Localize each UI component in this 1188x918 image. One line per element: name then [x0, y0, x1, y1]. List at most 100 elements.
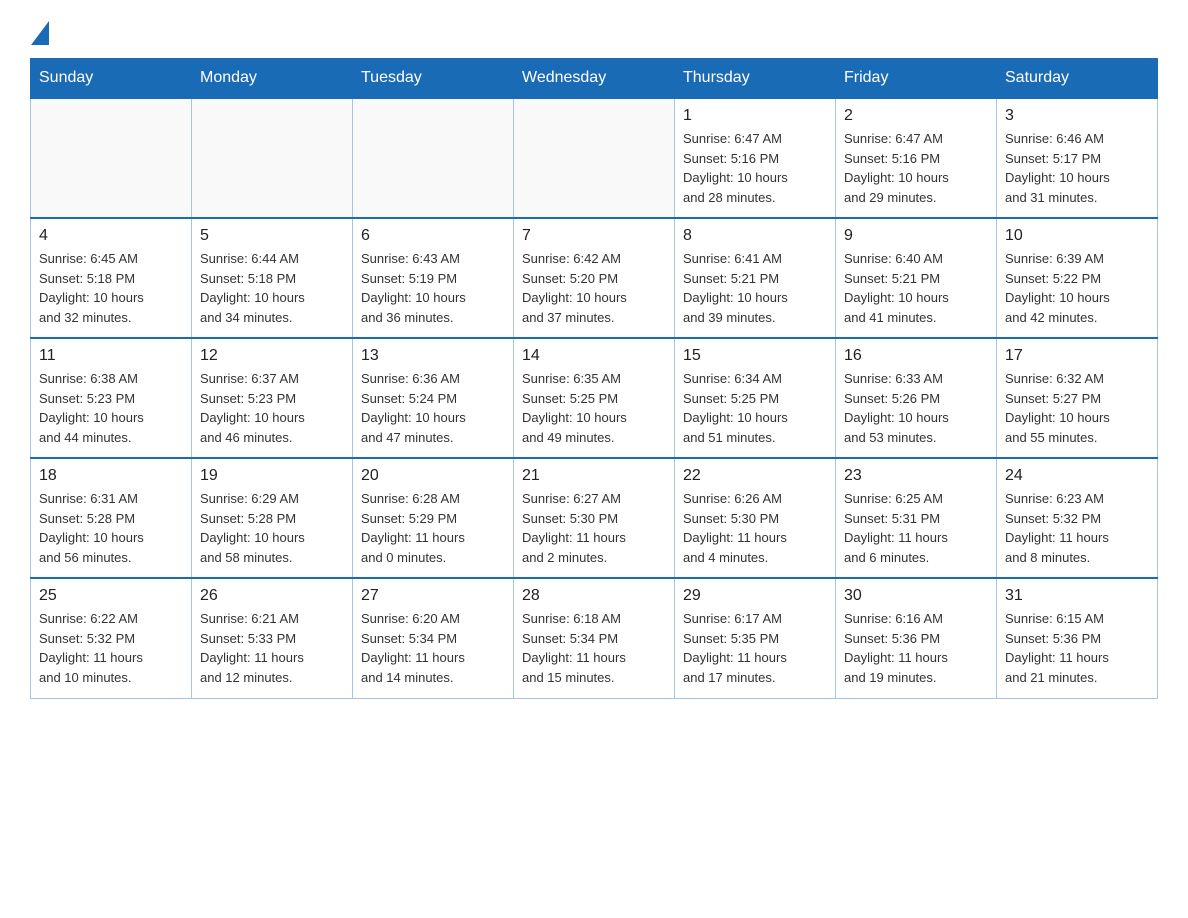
- logo: [30, 20, 50, 40]
- calendar-cell: 25 Sunrise: 6:22 AM Sunset: 5:32 PM Dayli…: [31, 578, 192, 698]
- day-info: Sunrise: 6:42 AM Sunset: 5:20 PM Dayligh…: [522, 249, 666, 327]
- day-number: 5: [200, 227, 344, 245]
- day-info: Sunrise: 6:46 AM Sunset: 5:17 PM Dayligh…: [1005, 129, 1149, 207]
- calendar-cell: 17Sunrise: 6:32 AM Sunset: 5:27 PM Dayli…: [997, 338, 1158, 458]
- day-number: 18: [39, 467, 183, 485]
- day-number: 13: [361, 347, 505, 365]
- column-header-tuesday: Tuesday: [353, 59, 514, 99]
- day-info: Sunrise: 6:34 AM Sunset: 5:25 PM Dayligh…: [683, 369, 827, 447]
- day-number: 28: [522, 587, 666, 605]
- day-number: 10: [1005, 227, 1149, 245]
- week-row-2: 4 Sunrise: 6:45 AM Sunset: 5:18 PM Daylig…: [31, 218, 1158, 338]
- calendar-cell: 15 Sunrise: 6:34 AM Sunset: 5:25 PM Dayli…: [675, 338, 836, 458]
- calendar-cell: 20 Sunrise: 6:28 AM Sunset: 5:29 PM Dayli…: [353, 458, 514, 578]
- calendar-cell: 3 Sunrise: 6:46 AM Sunset: 5:17 PM Daylig…: [997, 98, 1158, 218]
- day-number: 6: [361, 227, 505, 245]
- day-number: 1: [683, 107, 827, 125]
- week-row-1: 1 Sunrise: 6:47 AM Sunset: 5:16 PM Daylig…: [31, 98, 1158, 218]
- calendar-cell: [192, 98, 353, 218]
- calendar-cell: 27 Sunrise: 6:20 AM Sunset: 5:34 PM Dayli…: [353, 578, 514, 698]
- calendar-cell: 19Sunrise: 6:29 AM Sunset: 5:28 PM Dayli…: [192, 458, 353, 578]
- day-info: Sunrise: 6:17 AM Sunset: 5:35 PM Dayligh…: [683, 609, 827, 687]
- day-info: Sunrise: 6:37 AM Sunset: 5:23 PM Dayligh…: [200, 369, 344, 447]
- logo-triangle-icon: [31, 21, 49, 45]
- calendar-header-row: SundayMondayTuesdayWednesdayThursdayFrid…: [31, 59, 1158, 99]
- day-info: Sunrise: 6:31 AM Sunset: 5:28 PM Dayligh…: [39, 489, 183, 567]
- day-info: Sunrise: 6:38 AM Sunset: 5:23 PM Dayligh…: [39, 369, 183, 447]
- day-number: 16: [844, 347, 988, 365]
- calendar-cell: 22 Sunrise: 6:26 AM Sunset: 5:30 PM Dayli…: [675, 458, 836, 578]
- day-number: 29: [683, 587, 827, 605]
- day-info: Sunrise: 6:36 AM Sunset: 5:24 PM Dayligh…: [361, 369, 505, 447]
- day-info: Sunrise: 6:45 AM Sunset: 5:18 PM Dayligh…: [39, 249, 183, 327]
- calendar-cell: 1 Sunrise: 6:47 AM Sunset: 5:16 PM Daylig…: [675, 98, 836, 218]
- calendar-cell: 16Sunrise: 6:33 AM Sunset: 5:26 PM Dayli…: [836, 338, 997, 458]
- day-number: 9: [844, 227, 988, 245]
- day-number: 20: [361, 467, 505, 485]
- column-header-monday: Monday: [192, 59, 353, 99]
- day-info: Sunrise: 6:25 AM Sunset: 5:31 PM Dayligh…: [844, 489, 988, 567]
- calendar-cell: 24Sunrise: 6:23 AM Sunset: 5:32 PM Dayli…: [997, 458, 1158, 578]
- day-number: 30: [844, 587, 988, 605]
- calendar-cell: 11 Sunrise: 6:38 AM Sunset: 5:23 PM Dayli…: [31, 338, 192, 458]
- calendar-cell: 14 Sunrise: 6:35 AM Sunset: 5:25 PM Dayli…: [514, 338, 675, 458]
- calendar-cell: 8 Sunrise: 6:41 AM Sunset: 5:21 PM Daylig…: [675, 218, 836, 338]
- day-info: Sunrise: 6:41 AM Sunset: 5:21 PM Dayligh…: [683, 249, 827, 327]
- calendar-cell: 5 Sunrise: 6:44 AM Sunset: 5:18 PM Daylig…: [192, 218, 353, 338]
- day-number: 26: [200, 587, 344, 605]
- day-number: 8: [683, 227, 827, 245]
- day-info: Sunrise: 6:44 AM Sunset: 5:18 PM Dayligh…: [200, 249, 344, 327]
- day-number: 3: [1005, 107, 1149, 125]
- day-number: 14: [522, 347, 666, 365]
- day-number: 11: [39, 347, 183, 365]
- day-info: Sunrise: 6:28 AM Sunset: 5:29 PM Dayligh…: [361, 489, 505, 567]
- day-info: Sunrise: 6:23 AM Sunset: 5:32 PM Dayligh…: [1005, 489, 1149, 567]
- calendar-cell: 26 Sunrise: 6:21 AM Sunset: 5:33 PM Dayli…: [192, 578, 353, 698]
- calendar-cell: 12 Sunrise: 6:37 AM Sunset: 5:23 PM Dayli…: [192, 338, 353, 458]
- calendar-cell: [31, 98, 192, 218]
- calendar-table: SundayMondayTuesdayWednesdayThursdayFrid…: [30, 58, 1158, 699]
- week-row-3: 11 Sunrise: 6:38 AM Sunset: 5:23 PM Dayli…: [31, 338, 1158, 458]
- day-info: Sunrise: 6:21 AM Sunset: 5:33 PM Dayligh…: [200, 609, 344, 687]
- column-header-saturday: Saturday: [997, 59, 1158, 99]
- day-info: Sunrise: 6:26 AM Sunset: 5:30 PM Dayligh…: [683, 489, 827, 567]
- calendar-cell: 18 Sunrise: 6:31 AM Sunset: 5:28 PM Dayli…: [31, 458, 192, 578]
- calendar-cell: 10 Sunrise: 6:39 AM Sunset: 5:22 PM Dayli…: [997, 218, 1158, 338]
- column-header-thursday: Thursday: [675, 59, 836, 99]
- day-info: Sunrise: 6:32 AM Sunset: 5:27 PM Dayligh…: [1005, 369, 1149, 447]
- day-number: 4: [39, 227, 183, 245]
- day-info: Sunrise: 6:20 AM Sunset: 5:34 PM Dayligh…: [361, 609, 505, 687]
- day-number: 25: [39, 587, 183, 605]
- day-number: 23: [844, 467, 988, 485]
- calendar-cell: 28 Sunrise: 6:18 AM Sunset: 5:34 PM Dayli…: [514, 578, 675, 698]
- day-number: 22: [683, 467, 827, 485]
- calendar-cell: 4 Sunrise: 6:45 AM Sunset: 5:18 PM Daylig…: [31, 218, 192, 338]
- week-row-5: 25 Sunrise: 6:22 AM Sunset: 5:32 PM Dayli…: [31, 578, 1158, 698]
- day-info: Sunrise: 6:43 AM Sunset: 5:19 PM Dayligh…: [361, 249, 505, 327]
- day-number: 15: [683, 347, 827, 365]
- day-info: Sunrise: 6:27 AM Sunset: 5:30 PM Dayligh…: [522, 489, 666, 567]
- calendar-cell: 9 Sunrise: 6:40 AM Sunset: 5:21 PM Daylig…: [836, 218, 997, 338]
- day-number: 19: [200, 467, 344, 485]
- calendar-cell: 31Sunrise: 6:15 AM Sunset: 5:36 PM Dayli…: [997, 578, 1158, 698]
- day-number: 27: [361, 587, 505, 605]
- page-header: [30, 20, 1158, 40]
- calendar-cell: 23 Sunrise: 6:25 AM Sunset: 5:31 PM Dayli…: [836, 458, 997, 578]
- calendar-cell: 30Sunrise: 6:16 AM Sunset: 5:36 PM Dayli…: [836, 578, 997, 698]
- day-info: Sunrise: 6:22 AM Sunset: 5:32 PM Dayligh…: [39, 609, 183, 687]
- day-info: Sunrise: 6:47 AM Sunset: 5:16 PM Dayligh…: [844, 129, 988, 207]
- day-number: 31: [1005, 587, 1149, 605]
- day-number: 2: [844, 107, 988, 125]
- column-header-sunday: Sunday: [31, 59, 192, 99]
- column-header-wednesday: Wednesday: [514, 59, 675, 99]
- day-info: Sunrise: 6:47 AM Sunset: 5:16 PM Dayligh…: [683, 129, 827, 207]
- day-info: Sunrise: 6:35 AM Sunset: 5:25 PM Dayligh…: [522, 369, 666, 447]
- calendar-cell: 13 Sunrise: 6:36 AM Sunset: 5:24 PM Dayli…: [353, 338, 514, 458]
- calendar-cell: 21 Sunrise: 6:27 AM Sunset: 5:30 PM Dayli…: [514, 458, 675, 578]
- day-number: 21: [522, 467, 666, 485]
- day-info: Sunrise: 6:40 AM Sunset: 5:21 PM Dayligh…: [844, 249, 988, 327]
- day-info: Sunrise: 6:18 AM Sunset: 5:34 PM Dayligh…: [522, 609, 666, 687]
- calendar-cell: [353, 98, 514, 218]
- day-info: Sunrise: 6:39 AM Sunset: 5:22 PM Dayligh…: [1005, 249, 1149, 327]
- day-number: 12: [200, 347, 344, 365]
